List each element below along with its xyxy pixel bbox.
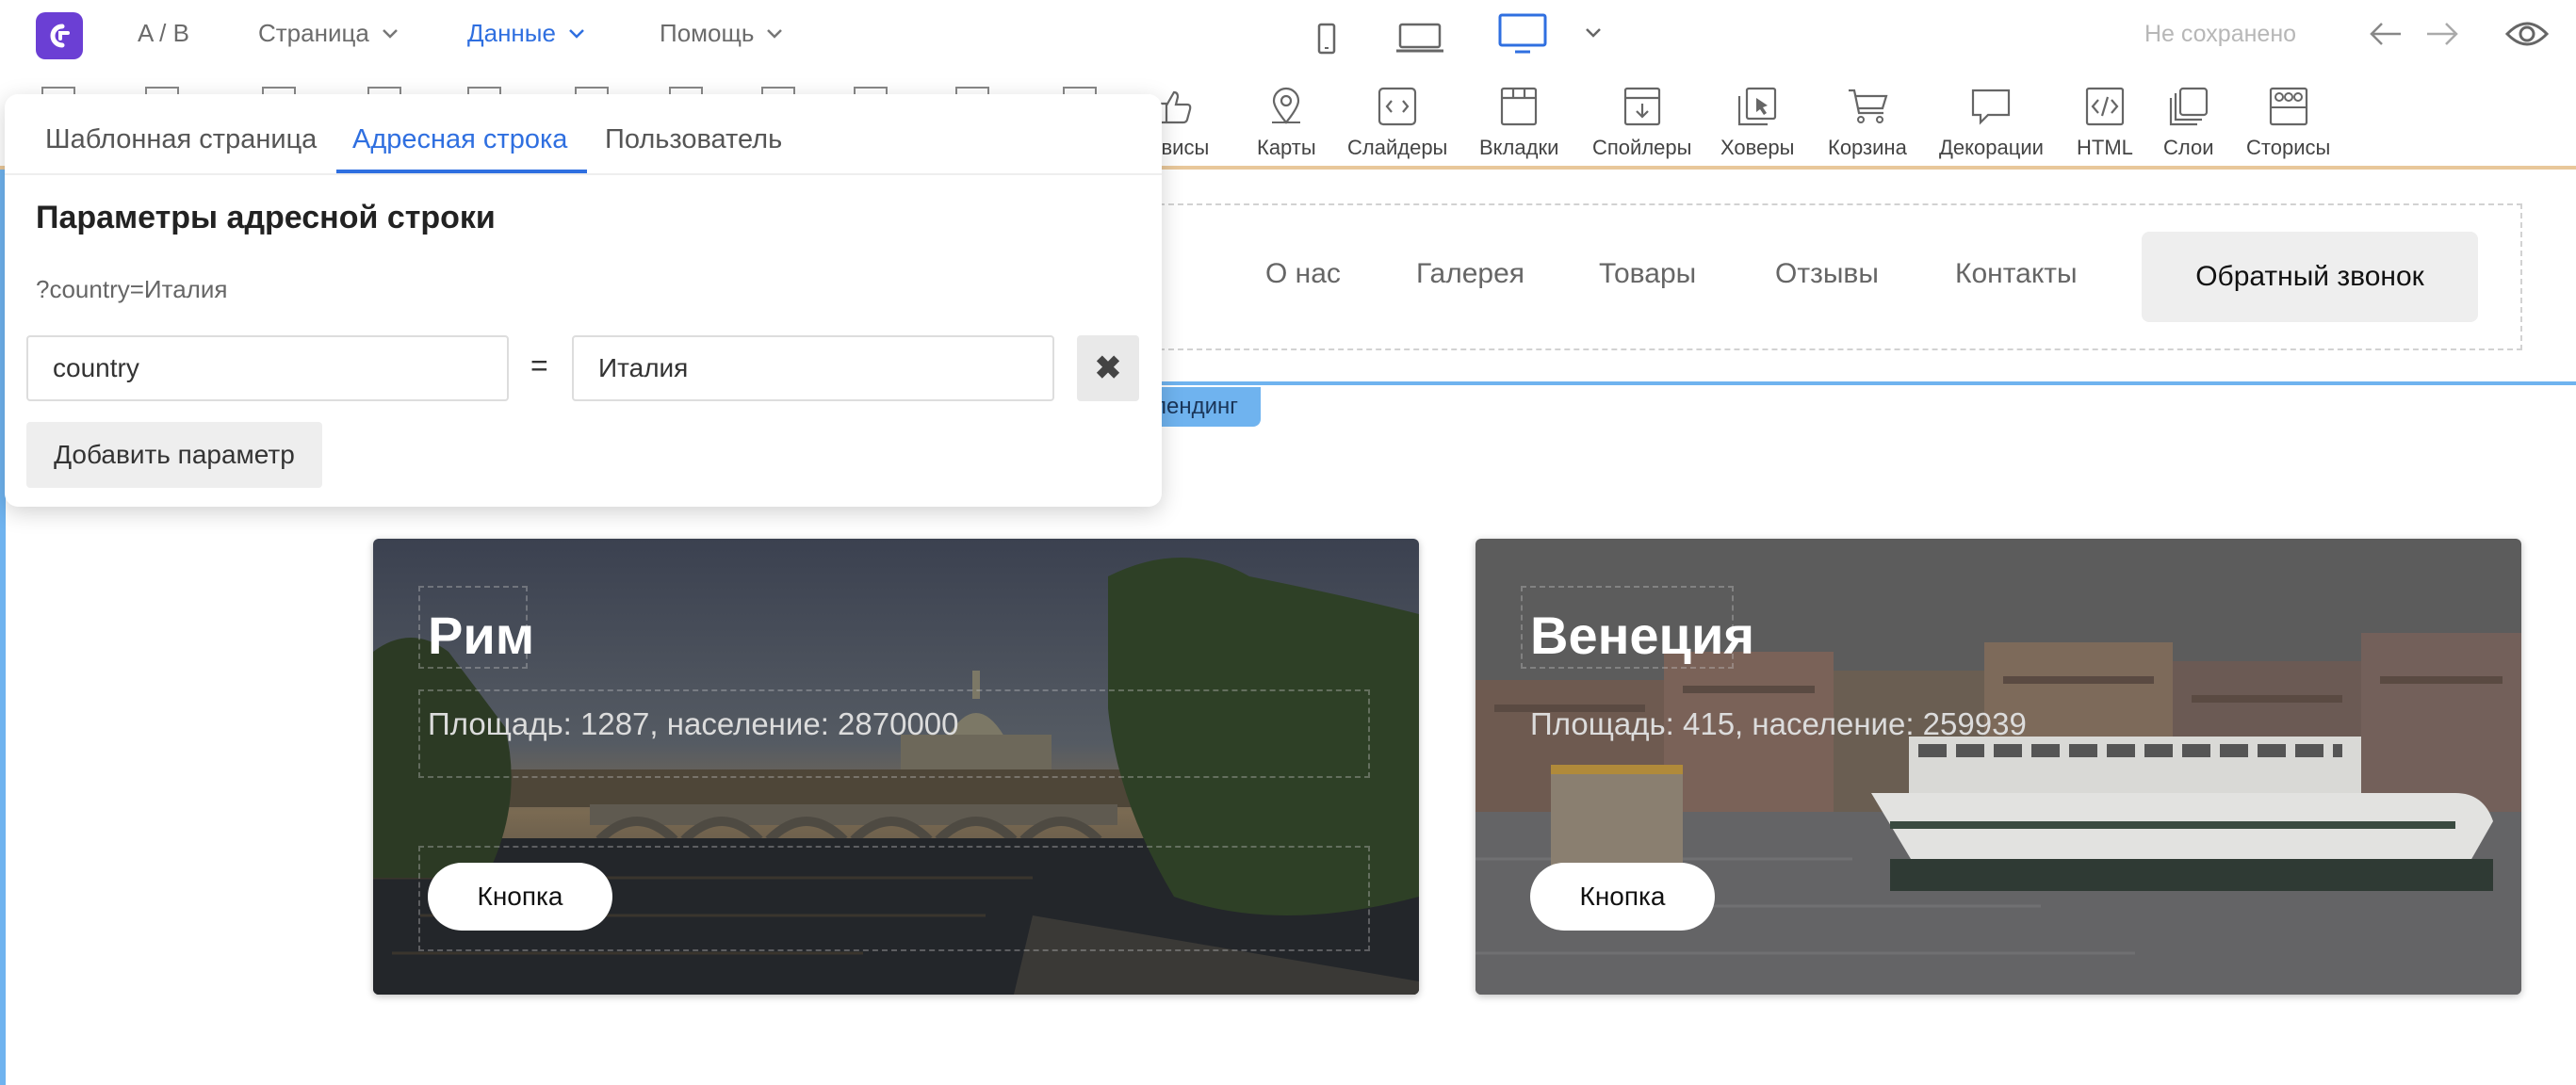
widget-html[interactable]: HTML [2077, 85, 2133, 160]
widget-layers[interactable]: Слои [2163, 85, 2214, 160]
chevron-down-icon[interactable] [1583, 26, 1604, 40]
card-button[interactable]: Кнопка [1530, 863, 1715, 931]
html-icon [2085, 87, 2125, 126]
chevron-down-icon [382, 28, 398, 39]
close-icon: ✖ [1094, 350, 1122, 386]
widget-label: Декорации [1939, 136, 2044, 159]
menu-data-label: Данные [467, 19, 556, 47]
chevron-down-icon [767, 28, 783, 39]
tab-template-page[interactable]: Шаблонная страница [45, 124, 317, 155]
site-menu-products[interactable]: Товары [1599, 258, 1696, 290]
site-menu-contacts[interactable]: Контакты [1955, 258, 2078, 290]
add-param-button[interactable]: Добавить параметр [26, 422, 322, 488]
equals-sign: = [530, 348, 548, 382]
callback-button[interactable]: Обратный звонок [2142, 232, 2478, 322]
widget-sliders[interactable]: Слайдеры [1347, 85, 1447, 160]
ab-test-label: A / B [138, 19, 189, 47]
card-subtitle: Площадь: 1287, население: 2870000 [428, 706, 959, 741]
widget-label: Слайдеры [1347, 136, 1448, 159]
widget-tabs[interactable]: Вкладки [1479, 85, 1558, 160]
widget-stories[interactable]: Сторисы [2246, 85, 2330, 160]
widget-label: Ховеры [1720, 136, 1795, 159]
city-card-rome[interactable]: Рим Площадь: 1287, население: 2870000 Кн… [373, 539, 1419, 995]
chevron-down-icon [569, 28, 584, 39]
widget-label: Слои [2163, 136, 2214, 159]
tabs-icon [1501, 87, 1538, 126]
speech-bubble-icon [1972, 89, 2011, 125]
preview-eye-icon[interactable] [2504, 15, 2550, 53]
redo-arrow-icon[interactable] [2423, 17, 2461, 51]
widget-label: HTML [2077, 136, 2133, 159]
menu-page[interactable]: Страница [258, 19, 399, 48]
app-logo[interactable] [36, 12, 83, 59]
panel-title: Параметры адресной строки [36, 200, 496, 235]
widget-label: Спойлеры [1592, 136, 1692, 159]
laptop-device-icon[interactable] [1394, 23, 1445, 53]
widget-label: Корзина [1828, 136, 1907, 159]
tab-user[interactable]: Пользователь [605, 124, 782, 155]
top-bar: A / B Страница Данные Помощь Не сохранен… [0, 0, 2576, 72]
city-card-venice[interactable]: Венеция Площадь: 415, население: 259939 … [1475, 539, 2521, 995]
widget-label: Сторисы [2246, 136, 2331, 159]
cart-icon [1848, 89, 1888, 123]
widget-label: Вкладки [1479, 136, 1559, 159]
card-title: Рим [428, 606, 535, 665]
tab-address-bar[interactable]: Адресная строка [352, 124, 567, 155]
map-pin-icon [1272, 87, 1301, 124]
site-menu-gallery[interactable]: Галерея [1416, 258, 1524, 290]
card-button[interactable]: Кнопка [428, 863, 612, 931]
url-params-panel: Шаблонная страница Адресная строка Польз… [5, 94, 1162, 507]
slider-icon [1378, 87, 1417, 126]
panel-tabs: Шаблонная страница Адресная строка Польз… [5, 94, 1162, 175]
menu-page-label: Страница [258, 19, 369, 47]
param-value-input[interactable] [572, 335, 1054, 401]
stories-icon [2269, 87, 2307, 126]
undo-arrow-icon[interactable] [2367, 17, 2405, 51]
layers-icon [2169, 87, 2208, 126]
param-key-input[interactable] [26, 335, 509, 401]
widget-cart[interactable]: Корзина [1828, 85, 1907, 160]
widget-decorations[interactable]: Декорации [1939, 85, 2044, 160]
menu-help-label: Помощь [660, 19, 755, 47]
query-preview: ?country=Италия [36, 275, 228, 303]
card-subtitle: Площадь: 415, население: 259939 [1530, 706, 2027, 741]
site-menu-about[interactable]: О нас [1265, 258, 1341, 290]
menu-help[interactable]: Помощь [660, 19, 784, 48]
hover-icon [1738, 87, 1777, 126]
card-title: Венеция [1530, 606, 1755, 665]
widget-maps[interactable]: Карты [1257, 85, 1316, 160]
menu-data[interactable]: Данные [467, 19, 586, 48]
ab-test-menu[interactable]: A / B [138, 19, 189, 48]
active-tab-indicator [336, 170, 587, 173]
site-menu-reviews[interactable]: Отзывы [1775, 258, 1879, 290]
spoiler-icon [1623, 87, 1660, 126]
widget-label: Карты [1257, 136, 1316, 159]
desktop-device-icon[interactable] [1498, 13, 1547, 55]
save-status: Не сохранено [2144, 21, 2297, 47]
widget-hovers[interactable]: Ховеры [1720, 85, 1794, 160]
remove-param-button[interactable]: ✖ [1077, 335, 1139, 401]
mobile-device-icon[interactable] [1317, 23, 1336, 55]
widget-spoilers[interactable]: Спойлеры [1592, 85, 1691, 160]
logo-icon [50, 24, 70, 48]
